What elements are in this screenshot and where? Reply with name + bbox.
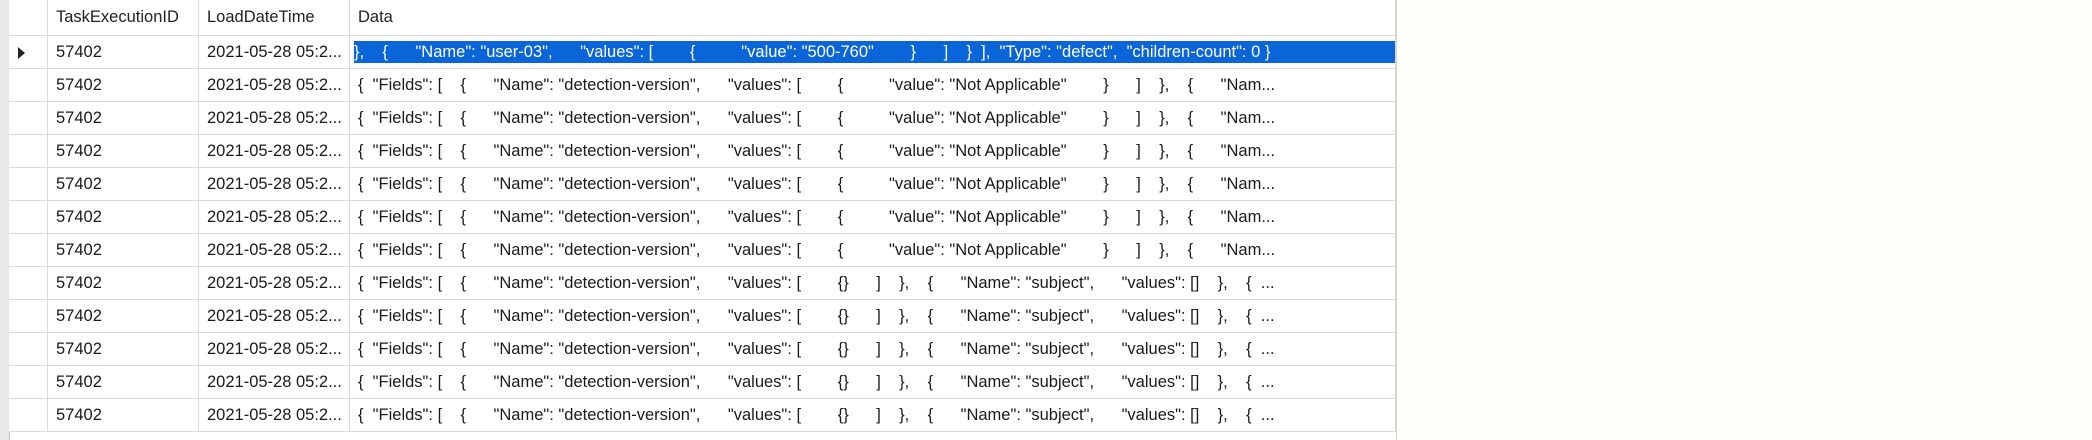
- cell-loaddatetime[interactable]: 2021-05-28 05:2...: [198, 134, 350, 168]
- cell-data[interactable]: { "Fields": [ { "Name": "detection-versi…: [349, 200, 1396, 234]
- cell-data[interactable]: { "Fields": [ { "Name": "detection-versi…: [349, 233, 1396, 267]
- results-table[interactable]: TaskExecutionID LoadDateTime Data 57402 2…: [9, 0, 1396, 432]
- cell-loaddatetime[interactable]: 2021-05-28 05:2...: [198, 35, 350, 69]
- cell-taskexecutionid[interactable]: 57402: [47, 167, 199, 201]
- table-row[interactable]: 57402 2021-05-28 05:2...}, { "Name": "use…: [9, 35, 1396, 69]
- cell-loaddatetime[interactable]: 2021-05-28 05:2...: [198, 332, 350, 366]
- row-header[interactable]: [9, 299, 48, 333]
- header-row: TaskExecutionID LoadDateTime Data: [9, 0, 1396, 36]
- column-header-loaddatetime[interactable]: LoadDateTime: [198, 0, 350, 36]
- cell-taskexecutionid[interactable]: 57402: [47, 266, 199, 300]
- row-header[interactable]: [9, 332, 48, 366]
- cell-data[interactable]: { "Fields": [ { "Name": "detection-versi…: [349, 398, 1396, 432]
- table-row[interactable]: 57402 2021-05-28 05:2...{ "Fields": [ { "…: [9, 332, 1396, 366]
- cell-loaddatetime[interactable]: 2021-05-28 05:2...: [198, 68, 350, 102]
- table-row[interactable]: 57402 2021-05-28 05:2...{ "Fields": [ { "…: [9, 134, 1396, 168]
- cell-data[interactable]: { "Fields": [ { "Name": "detection-versi…: [349, 68, 1396, 102]
- cell-taskexecutionid[interactable]: 57402: [47, 332, 199, 366]
- row-header[interactable]: [9, 35, 48, 69]
- row-header[interactable]: [9, 68, 48, 102]
- cell-taskexecutionid[interactable]: 57402: [47, 134, 199, 168]
- cell-data[interactable]: { "Fields": [ { "Name": "detection-versi…: [349, 299, 1396, 333]
- table-row[interactable]: 57402 2021-05-28 05:2...{ "Fields": [ { "…: [9, 233, 1396, 267]
- row-header-corner[interactable]: [9, 0, 48, 36]
- cell-data[interactable]: { "Fields": [ { "Name": "detection-versi…: [349, 134, 1396, 168]
- cell-loaddatetime[interactable]: 2021-05-28 05:2...: [198, 266, 350, 300]
- table-row[interactable]: 57402 2021-05-28 05:2...{ "Fields": [ { "…: [9, 200, 1396, 234]
- table-row[interactable]: 57402 2021-05-28 05:2...{ "Fields": [ { "…: [9, 365, 1396, 399]
- cell-loaddatetime[interactable]: 2021-05-28 05:2...: [198, 200, 350, 234]
- cell-taskexecutionid[interactable]: 57402: [47, 200, 199, 234]
- cell-taskexecutionid[interactable]: 57402: [47, 299, 199, 333]
- table-row[interactable]: 57402 2021-05-28 05:2...{ "Fields": [ { "…: [9, 68, 1396, 102]
- cell-data[interactable]: { "Fields": [ { "Name": "detection-versi…: [349, 266, 1396, 300]
- row-header[interactable]: [9, 266, 48, 300]
- cell-loaddatetime[interactable]: 2021-05-28 05:2...: [198, 101, 350, 135]
- row-header[interactable]: [9, 134, 48, 168]
- row-header[interactable]: [9, 233, 48, 267]
- cell-taskexecutionid[interactable]: 57402: [47, 365, 199, 399]
- row-header[interactable]: [9, 398, 48, 432]
- cell-taskexecutionid[interactable]: 57402: [47, 101, 199, 135]
- table-row[interactable]: 57402 2021-05-28 05:2...{ "Fields": [ { "…: [9, 266, 1396, 300]
- cell-loaddatetime[interactable]: 2021-05-28 05:2...: [198, 167, 350, 201]
- selected-cell-text: }, { "Name": "user-03", "values": [ { "v…: [353, 40, 1395, 64]
- cell-taskexecutionid[interactable]: 57402: [47, 68, 199, 102]
- results-grid[interactable]: TaskExecutionID LoadDateTime Data 57402 2…: [0, 0, 1397, 440]
- cell-data[interactable]: }, { "Name": "user-03", "values": [ { "v…: [349, 35, 1396, 69]
- cell-loaddatetime[interactable]: 2021-05-28 05:2...: [198, 398, 350, 432]
- row-header[interactable]: [9, 101, 48, 135]
- cell-taskexecutionid[interactable]: 57402: [47, 233, 199, 267]
- cell-taskexecutionid[interactable]: 57402: [47, 398, 199, 432]
- app-window: TaskExecutionID LoadDateTime Data 57402 2…: [0, 0, 2092, 440]
- row-header[interactable]: [9, 365, 48, 399]
- cell-loaddatetime[interactable]: 2021-05-28 05:2...: [198, 365, 350, 399]
- cell-loaddatetime[interactable]: 2021-05-28 05:2...: [198, 233, 350, 267]
- column-header-taskexecutionid[interactable]: TaskExecutionID: [47, 0, 199, 36]
- table-row[interactable]: 57402 2021-05-28 05:2...{ "Fields": [ { "…: [9, 167, 1396, 201]
- row-header[interactable]: [9, 167, 48, 201]
- cell-data[interactable]: { "Fields": [ { "Name": "detection-versi…: [349, 365, 1396, 399]
- grid-body: 57402 2021-05-28 05:2...}, { "Name": "use…: [9, 35, 1396, 432]
- cell-data[interactable]: { "Fields": [ { "Name": "detection-versi…: [349, 101, 1396, 135]
- column-header-data[interactable]: Data: [349, 0, 1396, 36]
- table-row[interactable]: 57402 2021-05-28 05:2...{ "Fields": [ { "…: [9, 398, 1396, 432]
- cell-data[interactable]: { "Fields": [ { "Name": "detection-versi…: [349, 167, 1396, 201]
- cell-taskexecutionid[interactable]: 57402: [47, 35, 199, 69]
- row-selector-arrow-icon: [18, 47, 25, 59]
- row-header[interactable]: [9, 200, 48, 234]
- table-row[interactable]: 57402 2021-05-28 05:2...{ "Fields": [ { "…: [9, 299, 1396, 333]
- cell-data[interactable]: { "Fields": [ { "Name": "detection-versi…: [349, 332, 1396, 366]
- table-row[interactable]: 57402 2021-05-28 05:2...{ "Fields": [ { "…: [9, 101, 1396, 135]
- cell-loaddatetime[interactable]: 2021-05-28 05:2...: [198, 299, 350, 333]
